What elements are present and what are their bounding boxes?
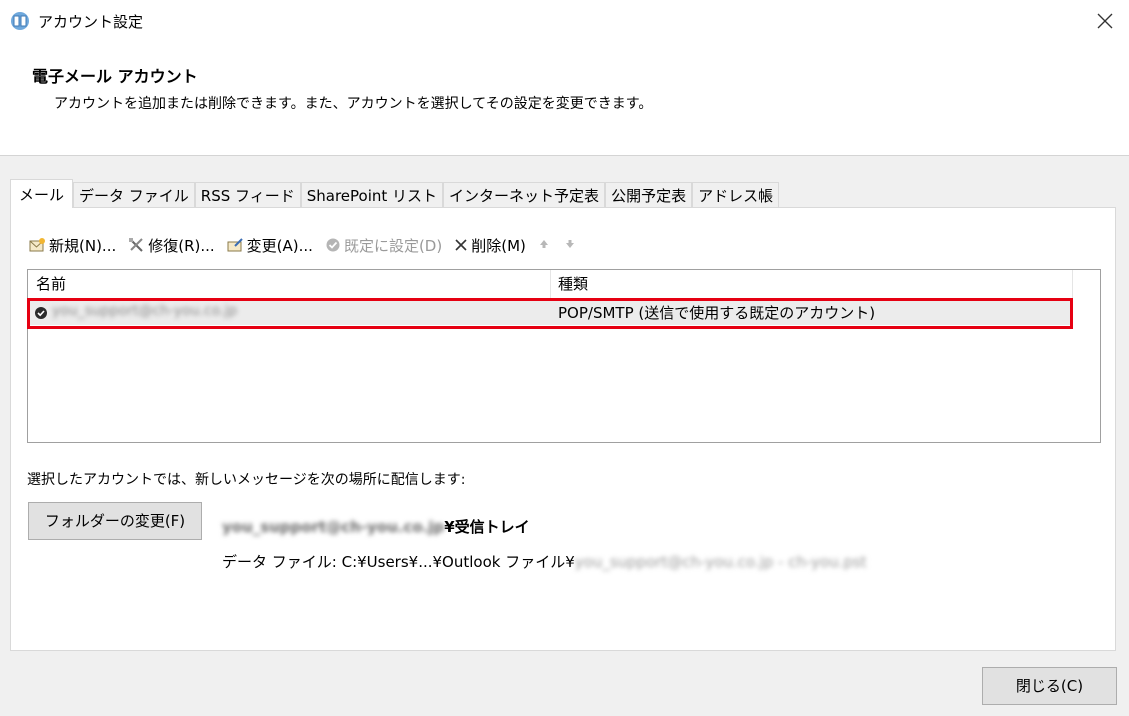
- delete-icon: [455, 239, 467, 251]
- set-default-label: 既定に設定(D): [343, 236, 443, 255]
- close-icon: [1097, 13, 1113, 29]
- new-account-button[interactable]: 新規(N)...: [29, 235, 116, 256]
- window-title: アカウント設定: [38, 13, 144, 31]
- change-folder-button[interactable]: フォルダーの変更(F): [28, 502, 202, 540]
- delete-button[interactable]: 削除(M): [454, 235, 526, 256]
- repair-button[interactable]: 修復(R)...: [128, 235, 215, 256]
- delivery-folder: ¥受信トレイ: [444, 518, 530, 536]
- column-header-type[interactable]: 種類: [558, 273, 588, 294]
- edit-account-icon: [227, 238, 243, 252]
- account-toolbar: 新規(N)... 修復(R)... 変更(A)... 既定に設定(D) 削除(M…: [29, 234, 590, 256]
- tab-rss-feeds[interactable]: RSS フィード: [194, 182, 301, 208]
- repair-label: 修復(R)...: [148, 236, 215, 255]
- tab-data-files[interactable]: データ ファイル: [73, 182, 195, 208]
- move-up-icon[interactable]: [538, 236, 550, 254]
- page-title: 電子メール アカウント: [32, 67, 198, 86]
- change-button[interactable]: 変更(A)...: [227, 235, 313, 256]
- tab-address-books[interactable]: アドレス帳: [692, 182, 780, 208]
- new-label: 新規(N)...: [49, 236, 117, 255]
- title-bar: アカウント設定: [0, 0, 1129, 42]
- tab-bar: メール データ ファイル RSS フィード SharePoint リスト インタ…: [10, 179, 780, 208]
- tab-sharepoint-lists[interactable]: SharePoint リスト: [300, 182, 444, 208]
- page-description: アカウントを追加または削除できます。また、アカウントを選択してその設定を変更でき…: [54, 96, 653, 112]
- delivery-location: you_support@ch-you.co.jp¥受信トレイ: [222, 516, 530, 537]
- close-dialog-button[interactable]: 閉じる(C): [982, 667, 1117, 705]
- check-circle-icon: [326, 238, 340, 252]
- column-divider[interactable]: [1072, 270, 1073, 299]
- data-file-prefix: データ ファイル: C:¥Users¥...¥Outlook ファイル¥: [222, 553, 575, 571]
- column-header-name[interactable]: 名前: [36, 273, 66, 294]
- data-file-path: データ ファイル: C:¥Users¥...¥Outlook ファイル¥you_…: [222, 551, 867, 572]
- set-default-button[interactable]: 既定に設定(D): [325, 235, 442, 256]
- tools-icon: [129, 238, 143, 252]
- column-divider[interactable]: [550, 270, 551, 299]
- move-down-icon[interactable]: [564, 236, 576, 254]
- tab-mail[interactable]: メール: [10, 179, 74, 208]
- data-file-name: you_support@ch-you.co.jp - ch-you.pst: [574, 553, 867, 571]
- window-close-button[interactable]: [1090, 6, 1120, 36]
- account-settings-icon: [9, 10, 31, 32]
- selection-highlight: [27, 298, 1073, 329]
- delete-label: 削除(M): [471, 236, 526, 255]
- tab-published-calendars[interactable]: 公開予定表: [605, 182, 693, 208]
- account-list[interactable]: 名前 種類 you_support@ch-you.co.jp POP/SMTP …: [27, 269, 1101, 443]
- tab-internet-calendars[interactable]: インターネット予定表: [443, 182, 606, 208]
- new-mail-icon: [29, 238, 45, 252]
- delivery-account: you_support@ch-you.co.jp: [222, 518, 445, 536]
- delivery-label: 選択したアカウントでは、新しいメッセージを次の場所に配信します:: [27, 472, 466, 488]
- change-label: 変更(A)...: [246, 236, 313, 255]
